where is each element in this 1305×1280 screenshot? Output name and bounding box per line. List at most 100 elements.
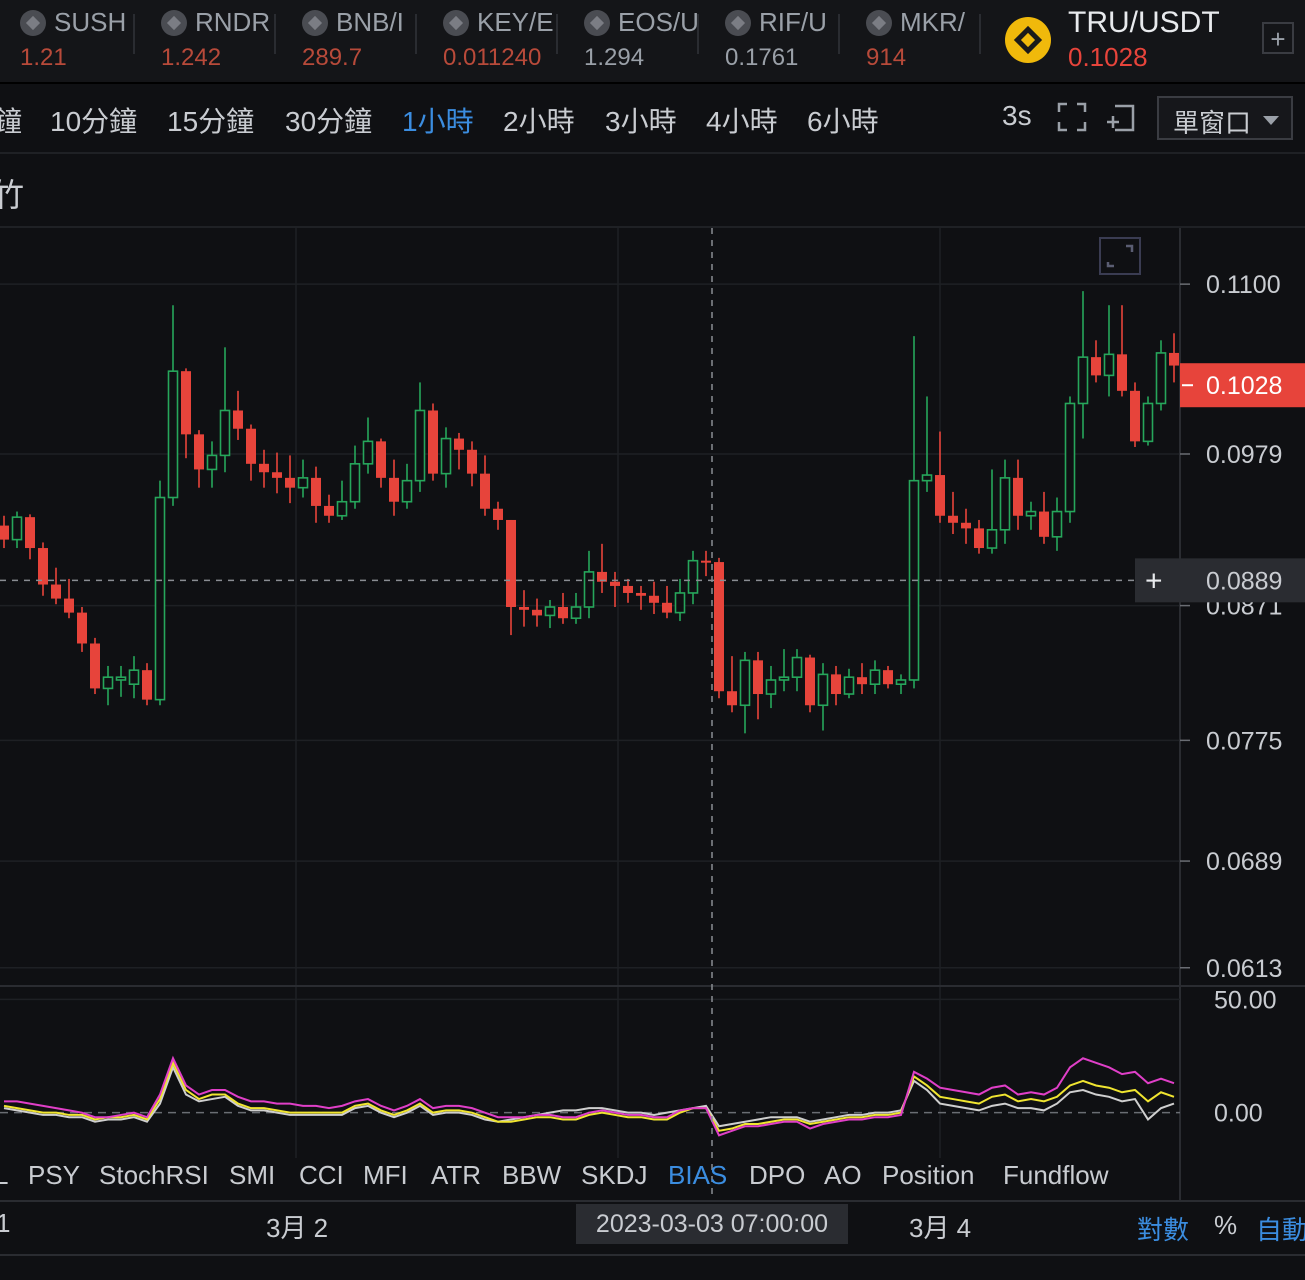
candle-body bbox=[935, 475, 945, 516]
candle-body bbox=[493, 508, 503, 520]
interval-5m[interactable]: 鐘 bbox=[0, 100, 22, 140]
screenshot-icon[interactable] bbox=[1105, 102, 1135, 132]
interval-4h[interactable]: 4小時 bbox=[706, 100, 778, 140]
expand-chart-icon bbox=[1099, 237, 1141, 275]
indicator-tab-stochrsi[interactable]: StochRSI bbox=[99, 1160, 209, 1191]
candle-body bbox=[102, 676, 114, 690]
refresh-rate[interactable]: 3s bbox=[1002, 100, 1032, 132]
fullscreen-icon[interactable] bbox=[1057, 102, 1087, 132]
candle-body bbox=[714, 562, 724, 692]
candle-body bbox=[1064, 402, 1076, 513]
ticker-tab[interactable]: SUSH 1.21 bbox=[0, 0, 135, 82]
crosshair-time-label: 2023-03-03 07:00:00 bbox=[576, 1204, 848, 1244]
ticker-divider bbox=[556, 14, 558, 54]
candle-body bbox=[649, 595, 659, 603]
bias1-line bbox=[4, 1055, 1175, 1137]
candle-body bbox=[11, 516, 23, 541]
indicator-tab-mfi[interactable]: MFI bbox=[363, 1160, 408, 1191]
price-tick-label: 0.0775 bbox=[1206, 727, 1282, 755]
candle-body bbox=[532, 609, 542, 616]
interval-6h[interactable]: 6小時 bbox=[807, 100, 879, 140]
candle-body bbox=[414, 409, 426, 482]
candle-body bbox=[544, 606, 556, 617]
indicator-tab-dpo[interactable]: DPO bbox=[749, 1160, 805, 1191]
candle-body bbox=[1013, 477, 1023, 516]
candle-body bbox=[843, 676, 855, 695]
candle-body bbox=[883, 670, 893, 685]
indicator-tab-position[interactable]: Position bbox=[882, 1160, 975, 1191]
candle-body bbox=[167, 370, 179, 499]
indicator-tab-ao[interactable]: AO bbox=[824, 1160, 862, 1191]
price-chart[interactable]: 0.11000.09790.08710.07750.06890.06130.10… bbox=[0, 228, 1305, 1200]
active-pair-symbol[interactable]: TRU/USDT bbox=[1068, 6, 1220, 40]
bias-tick-label: 50.00 bbox=[1214, 986, 1277, 1014]
ticker-tab[interactable]: MKR/ 914 bbox=[846, 0, 981, 82]
candle-body bbox=[1091, 357, 1101, 376]
candle-body bbox=[389, 477, 399, 502]
ticker-divider bbox=[274, 14, 276, 54]
ticker-tab[interactable]: RIF/U 0.1761 bbox=[705, 0, 840, 82]
indicator-tab-l[interactable]: L bbox=[0, 1160, 8, 1191]
ticker-tab[interactable]: EOS/U 1.294 bbox=[564, 0, 699, 82]
candle-body bbox=[51, 584, 61, 599]
ticker-tab[interactable]: KEY/E 0.011240 bbox=[423, 0, 558, 82]
interval-30m[interactable]: 30分鐘 bbox=[285, 100, 372, 140]
crosshair-price-label: 0.0889 bbox=[1206, 567, 1282, 595]
candle-body bbox=[467, 449, 477, 474]
ticker-tab[interactable]: BNB/I 289.7 bbox=[282, 0, 417, 82]
price-tick-label: 0.1100 bbox=[1206, 271, 1281, 299]
price-tick-label: 0.0979 bbox=[1206, 441, 1282, 469]
candle-body bbox=[219, 409, 231, 457]
candles bbox=[0, 291, 1179, 734]
candle-body bbox=[1155, 352, 1167, 405]
ticker-price: 1.21 bbox=[20, 44, 67, 71]
candle-body bbox=[1103, 353, 1115, 377]
interval-15m[interactable]: 15分鐘 bbox=[167, 100, 254, 140]
interval-1h[interactable]: 1小時 bbox=[402, 100, 474, 140]
add-tab-button[interactable]: + bbox=[1262, 22, 1294, 54]
active-pair-price: 0.1028 bbox=[1068, 42, 1148, 72]
ticker-symbol: RIF/U bbox=[759, 7, 827, 37]
bias-tick-label: 0.00 bbox=[1214, 1100, 1263, 1128]
candle-body bbox=[454, 438, 464, 450]
coin-icon bbox=[302, 10, 328, 36]
ticker-bar: SUSH 1.21 RNDR 1.242 BNB/I 289.7 KEY/E 0… bbox=[0, 0, 1305, 84]
candle-body bbox=[1117, 354, 1127, 391]
candle-body bbox=[64, 598, 74, 613]
interval-10m[interactable]: 10分鐘 bbox=[50, 100, 137, 140]
indicator-tab-cci[interactable]: CCI bbox=[299, 1160, 344, 1191]
candle-body bbox=[336, 500, 348, 517]
candle-body bbox=[297, 477, 309, 489]
candle-body bbox=[181, 371, 191, 435]
candle-body bbox=[817, 673, 829, 707]
ticker-symbol: SUSH bbox=[54, 7, 127, 37]
expand-frame bbox=[1099, 237, 1141, 275]
candle-body bbox=[480, 473, 490, 509]
auto-scale-toggle[interactable]: 自動 bbox=[1256, 1210, 1305, 1247]
candle-body bbox=[753, 660, 763, 695]
indicator-tab-bias[interactable]: BIAS bbox=[668, 1160, 727, 1191]
interval-2h[interactable]: 2小時 bbox=[503, 100, 575, 140]
candle-body bbox=[1169, 352, 1179, 366]
indicator-tab-fundflow[interactable]: Fundflow bbox=[1003, 1160, 1109, 1191]
indicator-tab-atr[interactable]: ATR bbox=[431, 1160, 481, 1191]
layout-select[interactable]: 單窗口 bbox=[1157, 96, 1293, 140]
toolbar-label[interactable]: 竹 bbox=[0, 170, 24, 216]
candle-body bbox=[1142, 402, 1154, 443]
log-scale-toggle[interactable]: 對數 bbox=[1137, 1210, 1189, 1247]
binance-coin-icon bbox=[1005, 17, 1051, 63]
candle-body bbox=[349, 463, 361, 503]
indicator-tab-bbw[interactable]: BBW bbox=[502, 1160, 561, 1191]
percent-scale-toggle[interactable]: % bbox=[1214, 1210, 1237, 1241]
indicator-tab-psy[interactable]: PSY bbox=[28, 1160, 80, 1191]
price-tick-label: 0.0613 bbox=[1206, 955, 1282, 983]
ticker-symbol: MKR/ bbox=[900, 7, 965, 37]
candle-body bbox=[674, 592, 686, 614]
indicator-tab-skdj[interactable]: SKDJ bbox=[581, 1160, 647, 1191]
indicator-tab-smi[interactable]: SMI bbox=[229, 1160, 275, 1191]
interval-3h[interactable]: 3小時 bbox=[605, 100, 677, 140]
ticker-tab[interactable]: RNDR 1.242 bbox=[141, 0, 276, 82]
candle-body bbox=[857, 677, 867, 685]
bias-lines bbox=[0, 1055, 1180, 1137]
candle-body bbox=[623, 585, 633, 593]
